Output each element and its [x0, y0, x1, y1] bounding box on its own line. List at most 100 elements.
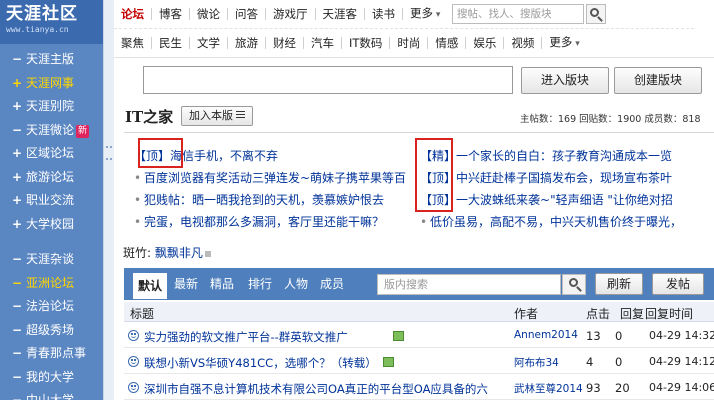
featured-post-title: 海信手机，不离不弃	[170, 149, 279, 163]
collapse-icon: −	[12, 299, 23, 313]
expand-icon: +	[12, 75, 23, 90]
featured-post[interactable]: 【精】一个家长的自白：孩子教育沟通成本一览	[420, 145, 714, 167]
status-icon	[204, 251, 211, 257]
sidebar-item[interactable]: − 我的大学	[0, 366, 103, 390]
sidebar-item[interactable]: + 旅游论坛	[0, 166, 103, 190]
tab-1[interactable]: 最新	[174, 268, 198, 300]
collapse-icon: −	[12, 275, 23, 290]
sidebar-item[interactable]: + 天涯别院	[0, 95, 103, 119]
nav-link[interactable]: 文学	[190, 36, 228, 49]
bullet-icon: •	[134, 193, 142, 207]
sidebar-item[interactable]: + 区域论坛	[0, 142, 103, 166]
sidebar-item[interactable]: − 中山大学	[0, 389, 103, 400]
board-title: IT之家	[125, 108, 174, 126]
nav-link[interactable]: 读书	[365, 8, 403, 20]
nav-link[interactable]: 问答	[228, 8, 266, 20]
logo-url: www.tianya.cn	[6, 25, 69, 34]
sidebar-item[interactable]: − 青春那点事	[0, 342, 103, 366]
tab-3[interactable]: 排行	[248, 268, 272, 300]
featured-post[interactable]: • 百度浏览器有奖活动三弹连发~萌妹子携苹果等百	[134, 167, 424, 189]
nav-link[interactable]: 聚焦	[114, 36, 152, 49]
thread-replies: 20	[615, 381, 630, 395]
sidebar-item[interactable]: − 天涯微论新	[0, 119, 103, 143]
sidebar-item[interactable]: − 法治论坛	[0, 295, 103, 319]
nav-link[interactable]: 民生	[152, 36, 190, 49]
thread-author[interactable]: 阿布布34	[514, 355, 559, 370]
join-board-button[interactable]: 加入本版	[181, 106, 253, 126]
table-row[interactable]: 联想小新VS华硕Y481CC，选哪个？（转载） 阿布布34 4 0 04-29 14:1…	[124, 350, 714, 374]
nav-link[interactable]: 更多	[542, 36, 586, 50]
sidebar-item[interactable]: − 天涯杂谈	[0, 248, 103, 272]
featured-post[interactable]: • 完蛋，电视都那么多漏洞，客厅里还能干嘛？	[134, 211, 424, 233]
thread-clicks: 93	[586, 381, 601, 395]
tab-2[interactable]: 精品	[210, 268, 234, 300]
nav-link[interactable]: 游戏厅	[266, 8, 316, 20]
sidebar-collapse-handle[interactable]	[103, 0, 114, 400]
board-post-search-input[interactable]: 版内搜索	[377, 274, 561, 295]
sidebar-item-label: 职业交流	[26, 193, 75, 207]
table-row[interactable]: 实力强劲的软文推广平台--群英软文推广 Annem2014 13 0 04-29 14:…	[124, 324, 714, 348]
nav-link[interactable]: 汽车	[304, 36, 342, 49]
nav-link[interactable]: 视频	[504, 36, 543, 49]
board-stats: 主帖数：169 回贴数：1900 成员数：818	[520, 114, 701, 125]
collapse-icon: −	[12, 122, 23, 137]
nav-link[interactable]: 博客	[152, 8, 190, 20]
table-row[interactable]: 深圳市自强不息计算机技术有限公司OA真正的平台型OA应具备的六 武林至尊2014 9…	[124, 376, 714, 400]
sidebar-item[interactable]: − 超级秀场	[0, 319, 103, 343]
highlight-box	[138, 138, 183, 168]
site-search-button[interactable]	[586, 4, 606, 24]
thread-author[interactable]: Annem2014	[514, 329, 578, 341]
sidebar-item[interactable]: + 天涯网事	[0, 72, 103, 96]
sidebar-item-label: 亚洲论坛	[26, 275, 75, 290]
tab-0[interactable]: 默认	[132, 272, 169, 300]
create-board-button[interactable]: 创建版块	[614, 67, 702, 94]
tab-4[interactable]: 人物	[284, 268, 308, 300]
board-post-search-button[interactable]	[562, 274, 586, 295]
column-clicks: 点击	[586, 307, 611, 321]
collapse-icon: −	[12, 252, 23, 266]
featured-post[interactable]: 【顶】中兴赶赴棒子国搞发布会，现场宣布茶叶	[420, 167, 714, 189]
featured-post-title: 完蛋，电视都那么多漏洞，客厅里还能干嘛？	[144, 215, 385, 229]
nav-link[interactable]: 旅游	[228, 36, 266, 49]
moderator-link[interactable]: 飘飘非凡	[155, 246, 203, 260]
nav-link[interactable]: 娱乐	[466, 36, 505, 49]
sidebar-item[interactable]: + 大学校园	[0, 213, 103, 237]
thread-title[interactable]: 实力强劲的软文推广平台--群英软文推广	[144, 329, 348, 345]
nav-link[interactable]: 时尚	[390, 36, 429, 49]
tab-5[interactable]: 成员	[320, 268, 344, 300]
sidebar-item[interactable]: − 天涯主版	[0, 48, 103, 72]
sidebar-item-label: 超级秀场	[26, 322, 75, 337]
sidebar-item[interactable]: + 职业交流	[0, 189, 103, 213]
nav-link[interactable]: 更多	[403, 7, 447, 21]
nav-link[interactable]: IT数码	[342, 36, 391, 49]
sidebar-item-label: 大学校园	[26, 216, 75, 231]
collapse-icon: −	[12, 52, 23, 66]
join-board-label: 加入本版	[189, 109, 233, 122]
nav-link[interactable]: 财经	[266, 36, 304, 49]
featured-post[interactable]: • 低价虽易，高配不易，中兴天机售价终于曝光，	[420, 211, 714, 233]
nav-link[interactable]: 天涯客	[316, 8, 365, 20]
nav-link[interactable]: 微论	[190, 8, 228, 20]
collapse-icon: −	[12, 322, 23, 337]
featured-post[interactable]: 【顶】一大波蛛纸来袭~"轻声细语 "让你绝对招	[420, 189, 714, 211]
sidebar-item[interactable]: − 亚洲论坛	[0, 272, 103, 296]
expand-icon: +	[12, 216, 23, 231]
image-icon	[383, 357, 394, 367]
site-search-input[interactable]: 搜帖、找人、搜版块	[452, 4, 584, 24]
thread-title[interactable]: 深圳市自强不息计算机技术有限公司OA真正的平台型OA应具备的六	[144, 381, 488, 397]
new-post-button[interactable]: 发帖	[652, 273, 704, 295]
featured-post[interactable]: • 犯贱帖：晒一晒我抢到的天机，羡慕嫉妒恨去	[134, 189, 424, 211]
nav-link[interactable]: 情感	[428, 36, 467, 49]
nav-link[interactable]: 论坛	[114, 8, 152, 20]
moderators-label: 斑竹:	[123, 246, 152, 260]
refresh-button[interactable]: 刷新	[595, 273, 643, 295]
top-navigation: 论坛博客微论问答游戏厅天涯客读书更多 聚焦民生文学旅游财经汽车IT数码时尚情感娱…	[114, 0, 714, 58]
thread-author[interactable]: 武林至尊2014	[514, 381, 583, 396]
logo-title: 天涯社区	[6, 4, 78, 24]
nav-primary: 论坛 博客 微论 问答 游戏厅 天涯客 读书 更多	[114, 0, 447, 28]
board-search-input[interactable]	[143, 66, 513, 94]
sidebar-item-label: 青春那点事	[26, 346, 87, 360]
enter-board-button[interactable]: 进入版块	[521, 67, 609, 94]
thread-title[interactable]: 联想小新VS华硕Y481CC，选哪个？（转载）	[144, 355, 377, 371]
tianya-logo[interactable]: 天涯社区 www.tianya.cn	[0, 0, 103, 44]
